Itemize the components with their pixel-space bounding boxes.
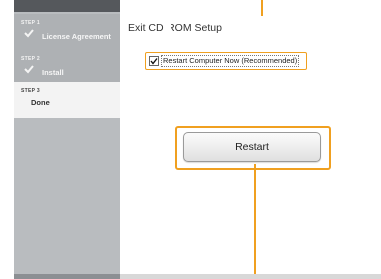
- step-1: STEP 1 License Agreement: [14, 14, 120, 50]
- restart-now-checkbox-label[interactable]: Restart Computer Now (Recommended): [161, 55, 300, 67]
- check-icon: [24, 65, 34, 74]
- callout-line-top: [261, 0, 263, 16]
- check-icon: [24, 29, 34, 38]
- bottom-bar: [120, 274, 381, 279]
- steps-sidebar: STEP 1 License Agreement STEP 2 Install …: [14, 0, 120, 279]
- callout-line-bottom: [254, 164, 256, 279]
- step-3: STEP 3 Done: [14, 82, 120, 118]
- restart-button[interactable]: Restart: [183, 132, 321, 162]
- step-2: STEP 2 Install: [14, 50, 120, 86]
- checkmark-icon: [150, 58, 158, 65]
- callout-gap: [164, 18, 171, 34]
- step-1-title: License Agreement: [42, 32, 111, 41]
- step-2-label: STEP 2: [21, 56, 40, 62]
- restart-button-callout: Restart: [175, 126, 331, 170]
- restart-now-checkbox[interactable]: [149, 56, 159, 66]
- restart-now-checkbox-callout[interactable]: Restart Computer Now (Recommended): [145, 52, 307, 70]
- page-title: Exit CD-ROM Setup: [128, 22, 222, 34]
- step-3-label: STEP 3: [21, 88, 40, 94]
- step-1-label: STEP 1: [21, 20, 40, 26]
- step-2-title: Install: [42, 68, 64, 77]
- sidebar-footer: [14, 274, 120, 279]
- sidebar-header: [14, 0, 120, 12]
- step-3-title: Done: [31, 98, 50, 107]
